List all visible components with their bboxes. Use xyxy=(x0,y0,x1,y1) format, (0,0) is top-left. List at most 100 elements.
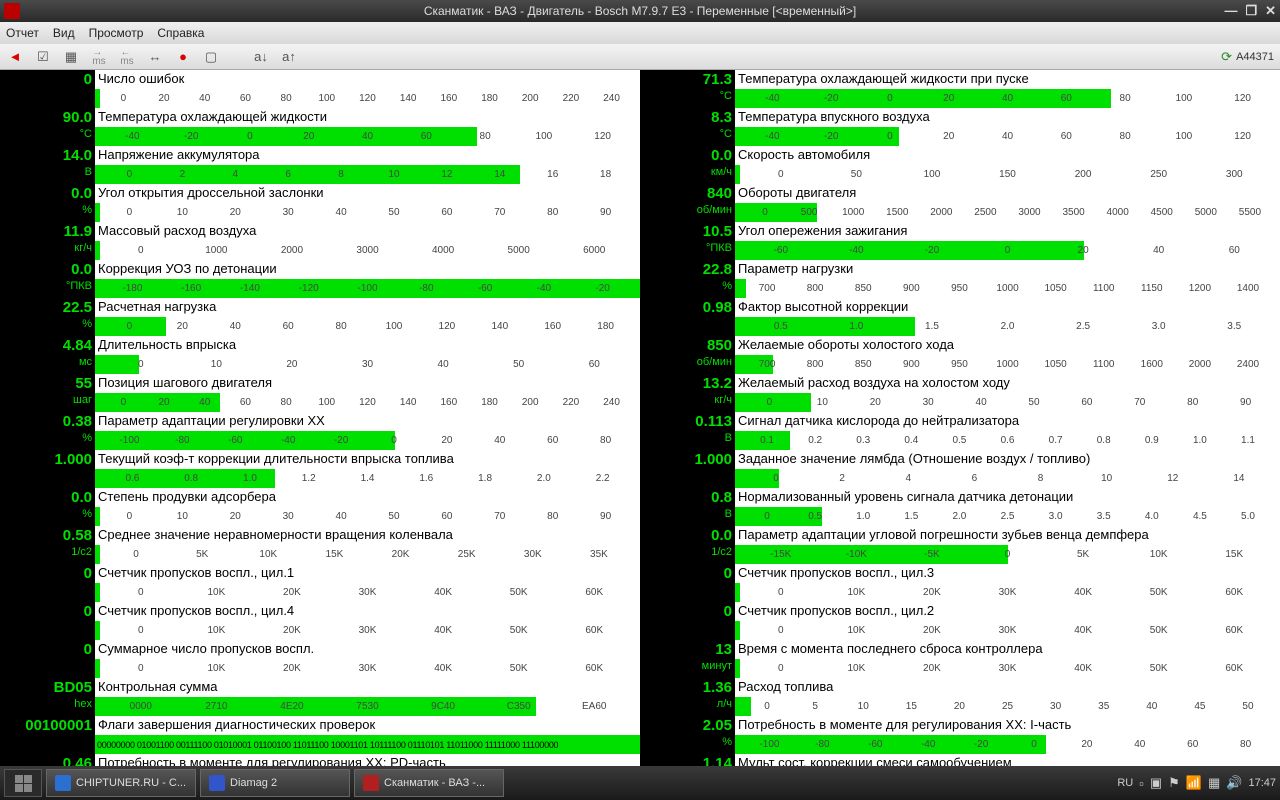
param-value: 2.05 xyxy=(640,716,732,735)
menu-browse[interactable]: Просмотр xyxy=(89,26,144,40)
param-row: 14.0 В Напряжение аккумулятора 024681012… xyxy=(0,146,640,184)
maximize-button[interactable]: ❐ xyxy=(1245,3,1257,19)
param-name: Расход топлива xyxy=(735,678,1280,697)
lang-indicator[interactable]: RU xyxy=(1117,777,1133,789)
param-unit: % xyxy=(0,507,92,521)
param-row: 0.113 В Сигнал датчика кислорода до нейт… xyxy=(640,412,1280,450)
param-row: 0.0 °ПКВ Коррекция УОЗ по детонации -180… xyxy=(0,260,640,298)
param-bar: 010K20K30K40K50K60K xyxy=(95,583,640,602)
param-bar: -60-40-200204060 xyxy=(735,241,1280,260)
param-bar: 020406080100120140160180200220240 xyxy=(95,89,640,108)
sort-asc-button[interactable]: a↓ xyxy=(252,48,270,66)
param-value: 0.0 xyxy=(640,526,732,545)
back-button[interactable]: ◄ xyxy=(6,48,24,66)
volume-icon[interactable]: 🔊 xyxy=(1226,775,1242,791)
network-icon[interactable]: 📶 xyxy=(1186,775,1202,791)
toolbar: ◄ ☑ ▦ →ms ←ms ↔ ● ▢ a↓ a↑ ⟳ A44371 xyxy=(0,44,1280,70)
param-unit: мс xyxy=(0,355,92,369)
grid-button[interactable]: ▦ xyxy=(62,48,80,66)
menu-view[interactable]: Вид xyxy=(53,26,75,40)
param-row: 2.05 % Потребность в моменте для регулир… xyxy=(640,716,1280,754)
close-button[interactable]: ✕ xyxy=(1265,3,1276,19)
param-name: Потребность в моменте для регулирования … xyxy=(735,716,1280,735)
tray-icon[interactable]: ▦ xyxy=(1208,775,1220,791)
param-bar: -100-80-60-40-20020406080 xyxy=(95,431,640,450)
param-unit: 1/с2 xyxy=(0,545,92,559)
param-name: Температура охлаждающей жидкости xyxy=(95,108,640,127)
param-bar: 00.51.01.52.02.53.03.54.04.55.0 xyxy=(735,507,1280,526)
expand-button[interactable]: ↔ xyxy=(146,48,164,66)
param-bar: -40-20020406080100120 xyxy=(735,89,1280,108)
param-unit: °ПКВ xyxy=(0,279,92,293)
param-unit: °C xyxy=(640,127,732,141)
save-button[interactable]: ☑ xyxy=(34,48,52,66)
main-area: 0 Число ошибок 0204060801001201401601802… xyxy=(0,70,1280,784)
param-value: 0.8 xyxy=(640,488,732,507)
param-name: Позиция шагового двигателя xyxy=(95,374,640,393)
clock[interactable]: 17:47 xyxy=(1248,777,1276,789)
param-row: 0 Число ошибок 0204060801001201401601802… xyxy=(0,70,640,108)
param-value: 8.3 xyxy=(640,108,732,127)
param-unit: % xyxy=(640,279,732,293)
status-label: A44371 xyxy=(1236,51,1274,63)
record-button[interactable]: ● xyxy=(174,48,192,66)
param-name: Флаги завершения диагностических проверо… xyxy=(95,716,640,735)
param-unit: hex xyxy=(0,697,92,711)
param-unit: л/ч xyxy=(640,697,732,711)
param-row: 0.38 % Параметр адаптации регулировки ХХ… xyxy=(0,412,640,450)
param-bar: 700800850900950100010501100160020002400 xyxy=(735,355,1280,374)
param-name: Число ошибок xyxy=(95,70,640,89)
param-bar: 700800850900950100010501100115012001400 xyxy=(735,279,1280,298)
param-value: 0.0 xyxy=(0,260,92,279)
param-row: 0 Счетчик пропусков воспл., цил.1 010K20… xyxy=(0,564,640,602)
taskbar-item[interactable]: Diamag 2 xyxy=(200,769,350,797)
param-bar: 0.51.01.52.02.53.03.5 xyxy=(735,317,1280,336)
param-bar: -40-20020406080100120 xyxy=(95,127,640,146)
param-name: Сигнал датчика кислорода до нейтрализато… xyxy=(735,412,1280,431)
param-value: 11.9 xyxy=(0,222,92,241)
param-bar: 024681012141618 xyxy=(95,165,640,184)
param-name: Параметр адаптации угловой погрешности з… xyxy=(735,526,1280,545)
param-row: 55 шаг Позиция шагового двигателя 020406… xyxy=(0,374,640,412)
app-icon xyxy=(4,3,20,19)
ms2-button[interactable]: ←ms xyxy=(118,48,136,66)
param-name: Контрольная сумма xyxy=(95,678,640,697)
param-unit: % xyxy=(640,735,732,749)
tray-icon[interactable]: ▣ xyxy=(1150,775,1162,791)
minimize-button[interactable]: — xyxy=(1224,3,1237,19)
param-name: Степень продувки адсорбера xyxy=(95,488,640,507)
taskbar-item[interactable]: CHIPTUNER.RU - С... xyxy=(46,769,196,797)
param-unit: шаг xyxy=(0,393,92,407)
tray-icon[interactable]: ▫ xyxy=(1139,776,1144,791)
param-bar: 0102030405060708090 xyxy=(95,203,640,222)
param-name: Угол опережения зажигания xyxy=(735,222,1280,241)
param-name: Счетчик пропусков воспл., цил.4 xyxy=(95,602,640,621)
system-tray: RU ▫ ▣ ⚑ 📶 ▦ 🔊 17:47 xyxy=(1117,775,1276,791)
param-row: 0.0 1/с2 Параметр адаптации угловой погр… xyxy=(640,526,1280,564)
param-value: 0 xyxy=(0,640,92,659)
param-name: Фактор высотной коррекции xyxy=(735,298,1280,317)
param-name: Параметр нагрузки xyxy=(735,260,1280,279)
window-title: Сканматик - ВАЗ - Двигатель - Bosch M7.9… xyxy=(424,4,856,18)
param-value: 22.5 xyxy=(0,298,92,317)
param-value: 71.3 xyxy=(640,70,732,89)
stop-button[interactable]: ▢ xyxy=(202,48,220,66)
param-unit: км/ч xyxy=(640,165,732,179)
param-value: 0 xyxy=(640,602,732,621)
start-button[interactable] xyxy=(4,769,42,797)
param-name: Суммарное число пропусков воспл. xyxy=(95,640,640,659)
menu-report[interactable]: Отчет xyxy=(6,26,39,40)
param-row: 13.2 кг/ч Желаемый расход воздуха на хол… xyxy=(640,374,1280,412)
param-value: 22.8 xyxy=(640,260,732,279)
ms-button[interactable]: →ms xyxy=(90,48,108,66)
param-name: Параметр адаптации регулировки ХХ xyxy=(95,412,640,431)
param-unit: °C xyxy=(640,89,732,103)
taskbar-item[interactable]: Сканматик - ВАЗ -... xyxy=(354,769,504,797)
param-value: 13.2 xyxy=(640,374,732,393)
taskbar: CHIPTUNER.RU - С... Diamag 2 Сканматик -… xyxy=(0,766,1280,800)
menu-help[interactable]: Справка xyxy=(157,26,204,40)
param-value: BD05 xyxy=(0,678,92,697)
param-row: 0 Суммарное число пропусков воспл. 010K2… xyxy=(0,640,640,678)
tray-icon[interactable]: ⚑ xyxy=(1168,775,1180,791)
sort-desc-button[interactable]: a↑ xyxy=(280,48,298,66)
